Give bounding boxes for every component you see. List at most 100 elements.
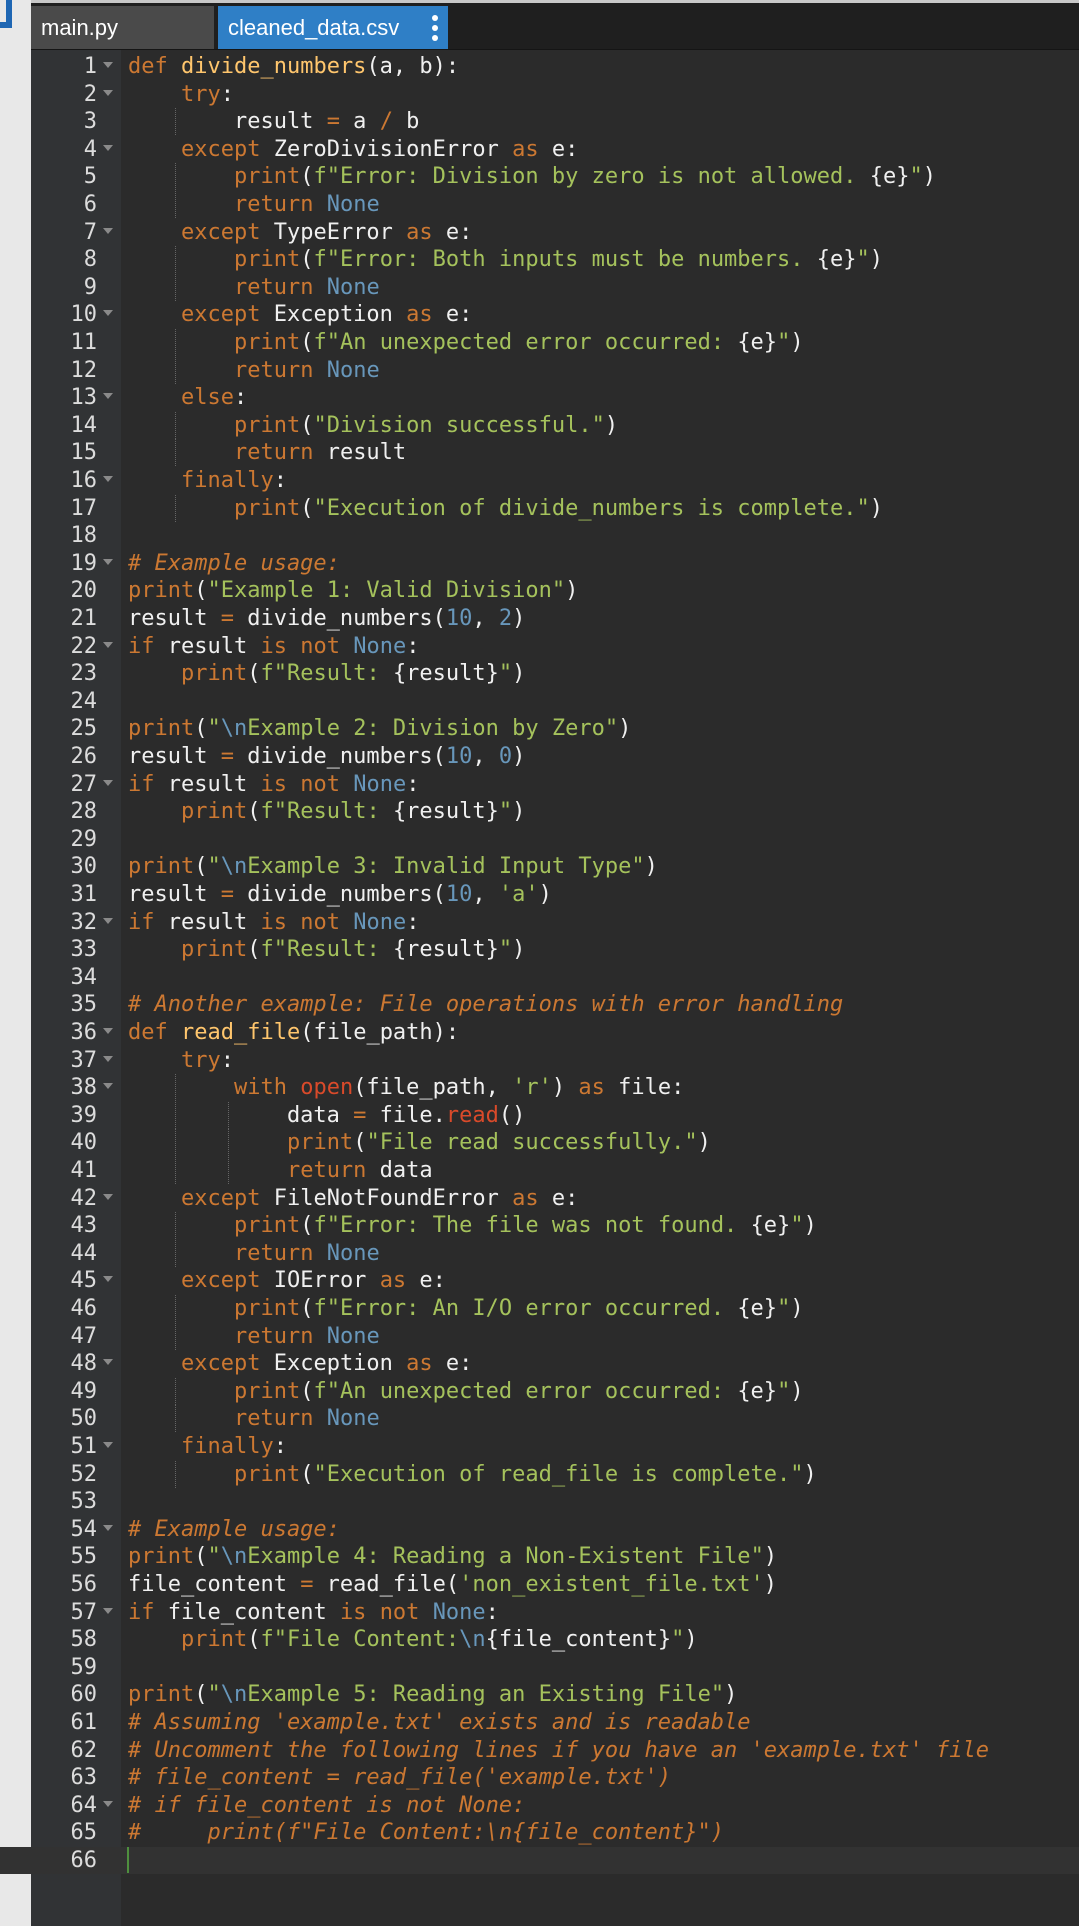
code-line[interactable]: 2 try: (0, 81, 1079, 108)
code-line[interactable]: 40 print("File read successfully.") (0, 1129, 1079, 1157)
code-line[interactable]: 14 print("Division successful.") (0, 411, 1079, 439)
code-line[interactable]: 63 # file_content = read_file('example.tx… (0, 1764, 1079, 1791)
code-line[interactable]: 11 print(f"An unexpected error occurred:… (0, 329, 1079, 356)
line-number: 43 (70, 1213, 98, 1239)
code-line[interactable]: 50 return None (0, 1405, 1079, 1433)
code-line[interactable]: 30 print("\nExample 3: Invalid Input Type… (0, 853, 1079, 880)
code-line[interactable]: 58 print(f"File Content:\n{file_content}… (0, 1626, 1079, 1653)
code-line[interactable]: 42 except FileNotFoundError as e: (0, 1185, 1079, 1212)
fold-arrow-icon[interactable] (103, 779, 113, 786)
code-line[interactable]: 17 print("Execution of divide_numbers is… (0, 494, 1079, 522)
code-line[interactable]: 5 print(f"Error: Division by zero is not… (0, 163, 1079, 191)
line-number: 48 (70, 1351, 98, 1377)
fold-arrow-icon[interactable] (103, 1276, 113, 1283)
code-line[interactable]: 12 return None (0, 356, 1079, 384)
fold-arrow-icon[interactable] (103, 1442, 113, 1448)
fold-arrow-icon[interactable] (103, 917, 113, 924)
code-line[interactable]: 57 if file_content is not None: (0, 1599, 1079, 1626)
code-text: print(f"Error: The file was not found. {… (233, 1213, 817, 1239)
code-line[interactable]: 1 def divide_numbers(a, b): (0, 53, 1079, 80)
code-line[interactable]: 39 data = file.read() (0, 1101, 1079, 1129)
fold-arrow-icon[interactable] (103, 558, 113, 565)
code-line[interactable]: 25 print("\nExample 2: Division by Zero") (0, 715, 1079, 742)
fold-arrow-icon[interactable] (103, 1524, 113, 1531)
code-line[interactable]: 41 return data (0, 1157, 1079, 1184)
code-line[interactable]: 27 if result is not None: (0, 771, 1079, 798)
code-text: return None (233, 1323, 380, 1349)
code-line[interactable]: 64 # if file_content is not None: (0, 1792, 1079, 1819)
code-line[interactable]: 38 with open(file_path, 'r') as file: (0, 1074, 1079, 1102)
code-line[interactable]: 19 # Example usage: (0, 550, 1079, 577)
fold-arrow-icon[interactable] (103, 1800, 113, 1807)
code-line[interactable]: 49 print(f"An unexpected error occurred:… (0, 1377, 1079, 1405)
code-line[interactable]: 7 except TypeError as e: (0, 219, 1079, 246)
code-line[interactable]: 35 # Another example: File operations wit… (0, 991, 1079, 1018)
code-line[interactable]: 21 result = divide_numbers(10, 2) (0, 605, 1079, 632)
code-line[interactable]: 8 print(f"Error: Both inputs must be num… (0, 246, 1079, 274)
code-text: except Exception as e: (180, 302, 473, 328)
fold-arrow-icon[interactable] (103, 1055, 113, 1062)
tab-main-py[interactable]: main.py (31, 6, 214, 49)
code-text: print(f"Result: {result}") (180, 799, 526, 825)
code-line[interactable]: 9 return None (0, 273, 1079, 301)
fold-arrow-icon[interactable] (103, 1193, 113, 1200)
code-line[interactable]: 10 except Exception as e: (0, 301, 1079, 328)
code-line[interactable]: 4 except ZeroDivisionError as e: (0, 136, 1079, 163)
code-line[interactable]: 43 print(f"Error: The file was not found… (0, 1212, 1079, 1240)
code-line[interactable]: 44 return None (0, 1239, 1079, 1267)
code-line[interactable]: 3 result = a / b (0, 108, 1079, 136)
code-line[interactable]: 66 (0, 1847, 1079, 1874)
code-line[interactable]: 48 except Exception as e: (0, 1350, 1079, 1377)
code-text: print(f"Error: Division by zero is not a… (233, 164, 937, 190)
more-vert-icon[interactable] (432, 15, 438, 41)
code-line[interactable]: 15 return result (0, 439, 1079, 467)
code-line[interactable]: 59 (0, 1654, 1079, 1681)
fold-arrow-icon[interactable] (103, 89, 113, 96)
code-line[interactable]: 28 print(f"Result: {result}") (0, 798, 1079, 825)
fold-arrow-icon[interactable] (103, 1083, 113, 1090)
line-number: 44 (70, 1240, 98, 1266)
code-line[interactable]: 60 print("\nExample 5: Reading an Existin… (0, 1681, 1079, 1708)
code-text: except TypeError as e: (180, 219, 473, 245)
code-line[interactable]: 45 except IOError as e: (0, 1267, 1079, 1294)
code-line[interactable]: 32 if result is not None: (0, 909, 1079, 936)
fold-arrow-icon[interactable] (103, 1607, 113, 1614)
tab-cleaned-data-csv[interactable]: cleaned_data.csv (218, 6, 448, 49)
fold-arrow-icon[interactable] (103, 1359, 113, 1366)
fold-arrow-icon[interactable] (103, 227, 113, 234)
code-line[interactable]: 33 print(f"Result: {result}") (0, 936, 1079, 963)
code-line[interactable]: 47 return None (0, 1322, 1079, 1350)
fold-arrow-icon[interactable] (103, 144, 113, 151)
code-line[interactable]: 16 finally: (0, 467, 1079, 494)
code-line[interactable]: 54 # Example usage: (0, 1516, 1079, 1543)
fold-arrow-icon[interactable] (103, 393, 113, 400)
code-line[interactable]: 24 (0, 688, 1079, 715)
code-line[interactable]: 56 file_content = read_file('non_existent… (0, 1571, 1079, 1598)
code-line[interactable]: 22 if result is not None: (0, 633, 1079, 660)
code-line[interactable]: 23 print(f"Result: {result}") (0, 660, 1079, 687)
code-line[interactable]: 53 (0, 1488, 1079, 1515)
fold-arrow-icon[interactable] (103, 1028, 113, 1034)
code-line[interactable]: 46 print(f"Error: An I/O error occurred.… (0, 1295, 1079, 1322)
code-line[interactable]: 65 # print(f"File Content:\n{file_content… (0, 1819, 1079, 1846)
code-line[interactable]: 34 (0, 964, 1079, 991)
code-line[interactable]: 6 return None (0, 191, 1079, 218)
code-line[interactable]: 37 try: (0, 1047, 1079, 1074)
code-line[interactable]: 20 print("Example 1: Valid Division") (0, 577, 1079, 604)
code-line[interactable]: 36 def read_file(file_path): (0, 1019, 1079, 1046)
code-line[interactable]: 61 # Assuming 'example.txt' exists and is… (0, 1709, 1079, 1736)
fold-arrow-icon[interactable] (103, 310, 113, 317)
fold-arrow-icon[interactable] (103, 641, 113, 648)
code-line[interactable]: 26 result = divide_numbers(10, 0) (0, 743, 1079, 770)
code-line[interactable]: 51 finally: (0, 1433, 1079, 1460)
code-line[interactable]: 55 print("\nExample 4: Reading a Non-Exis… (0, 1543, 1079, 1570)
code-line[interactable]: 52 print("Execution of read_file is comp… (0, 1460, 1079, 1488)
code-text: file_content = read_file('non_existent_f… (128, 1572, 778, 1597)
fold-arrow-icon[interactable] (103, 62, 113, 68)
code-line[interactable]: 31 result = divide_numbers(10, 'a') (0, 881, 1079, 908)
fold-arrow-icon[interactable] (103, 476, 113, 482)
code-line[interactable]: 13 else: (0, 384, 1079, 411)
code-line[interactable]: 18 (0, 522, 1079, 549)
code-line[interactable]: 29 (0, 826, 1079, 853)
code-line[interactable]: 62 # Uncomment the following lines if you… (0, 1737, 1079, 1764)
